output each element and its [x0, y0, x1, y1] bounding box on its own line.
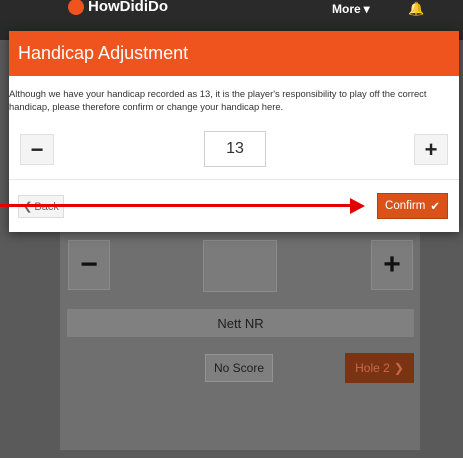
- handicap-increment-button[interactable]: +: [414, 134, 448, 165]
- chevron-down-icon: ▾: [363, 2, 370, 16]
- confirm-button[interactable]: Confirm ✔: [377, 193, 448, 219]
- handicap-decrement-button[interactable]: −: [20, 134, 54, 165]
- next-hole-button[interactable]: Hole 2 ❯: [345, 353, 414, 383]
- hole-label: Hole 2: [355, 361, 390, 375]
- logo-icon: [68, 0, 84, 15]
- chevron-right-icon: ❯: [393, 361, 404, 375]
- logo-text: HowDidiDo: [88, 0, 168, 15]
- modal-divider: [9, 179, 459, 180]
- modal-title: Handicap Adjustment: [9, 31, 459, 76]
- handicap-input[interactable]: 13: [204, 131, 266, 167]
- score-decrement-button[interactable]: −: [68, 240, 110, 290]
- nett-score-label: Nett NR: [67, 309, 414, 337]
- annotation-arrow-head: [350, 198, 365, 214]
- modal-message: Although we have your handicap recorded …: [9, 88, 427, 112]
- confirm-label: Confirm: [385, 200, 426, 212]
- annotation-arrow-line: [0, 204, 355, 207]
- handicap-adjustment-modal: Handicap Adjustment Although we have you…: [9, 31, 459, 232]
- no-score-button[interactable]: No Score: [205, 354, 273, 382]
- score-input[interactable]: [203, 240, 277, 292]
- bell-icon[interactable]: 🔔: [408, 1, 424, 17]
- more-menu[interactable]: More ▾: [332, 2, 370, 16]
- check-icon: ✔: [430, 201, 440, 213]
- app-logo[interactable]: HowDidiDo: [68, 0, 168, 15]
- more-label: More: [332, 2, 361, 16]
- score-increment-button[interactable]: +: [371, 240, 413, 290]
